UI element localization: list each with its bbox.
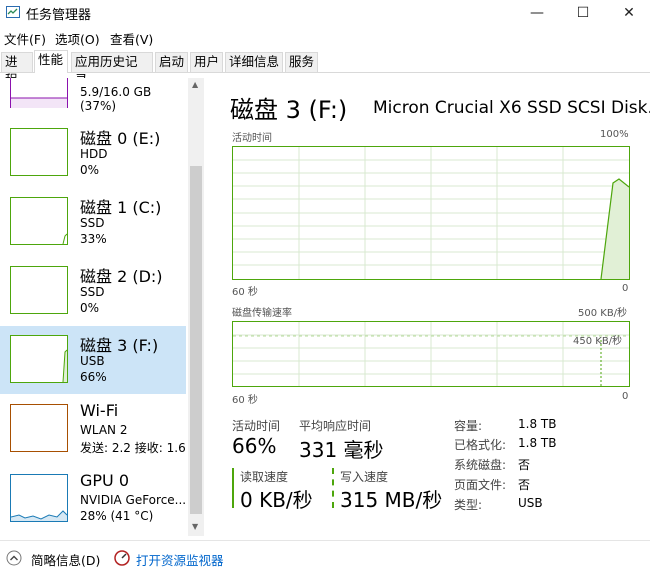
sidebar-item-type: WLAN 2 <box>80 423 128 437</box>
tab-performance[interactable]: 性能 <box>34 50 68 73</box>
sidebar-item-type: HDD <box>80 147 108 161</box>
scroll-down-arrow-icon[interactable]: ▼ <box>192 522 198 531</box>
disk0-thumbnail <box>10 128 68 176</box>
activity-graph-svg <box>233 147 629 279</box>
menu-view[interactable]: 查看(V) <box>110 29 153 48</box>
sidebar-item-disk1[interactable]: 磁盘 1 (C:) SSD 33% <box>0 191 186 259</box>
graph2-label: 磁盘传输速率 <box>232 308 292 319</box>
chevron-up-icon[interactable] <box>6 550 22 566</box>
response-time-value: 331 毫秒 <box>299 438 384 462</box>
sidebar-item-wifi[interactable]: Wi-Fi WLAN 2 发送: 2.2 接收: 1.6 <box>0 396 186 464</box>
memory-usage: 5.9/16.0 GB (37%) <box>80 85 152 113</box>
capacity-value: 1.8 TB <box>518 417 557 431</box>
disk-model: Micron Crucial X6 SSD SCSI Disk... <box>373 98 650 118</box>
tab-users[interactable]: 用户 <box>190 52 223 72</box>
active-time-value: 66% <box>232 434 277 458</box>
tab-services[interactable]: 服务 <box>285 52 318 72</box>
disk1-thumbnail <box>10 197 68 245</box>
write-indicator <box>332 468 334 508</box>
resource-monitor-icon <box>114 550 130 566</box>
write-speed-value: 315 MB/秒 <box>340 488 443 512</box>
sidebar-item-disk2[interactable]: 磁盘 2 (D:) SSD 0% <box>0 260 186 328</box>
close-button[interactable]: ✕ <box>606 0 650 26</box>
capacity-label: 容量: <box>454 419 483 433</box>
system-disk-value: 否 <box>518 458 531 472</box>
sidebar-item-title: 磁盘 3 (F:) <box>80 336 159 355</box>
sidebar-item-value: 28% (41 °C) <box>80 509 154 523</box>
sidebar-item-type: USB <box>80 354 105 368</box>
active-time-label: 活动时间 <box>232 419 281 433</box>
sidebar-item-type: SSD <box>80 216 105 230</box>
menu-options[interactable]: 选项(O) <box>55 29 100 48</box>
write-speed-label: 写入速度 <box>340 470 389 484</box>
sidebar-item-value: 66% <box>80 370 107 384</box>
scrollbar-thumb[interactable] <box>190 166 202 514</box>
menu-bar: 文件(F) 选项(O) 查看(V) <box>0 27 650 47</box>
sidebar-item-value: 0% <box>80 163 100 177</box>
system-disk-label: 系统磁盘: <box>454 458 507 472</box>
tab-processes[interactable]: 进程 <box>1 52 33 87</box>
read-speed-value: 0 KB/秒 <box>240 488 313 512</box>
response-time-label: 平均响应时间 <box>299 419 372 433</box>
sidebar-item-disk3[interactable]: 磁盘 3 (F:) USB 66% <box>0 326 186 394</box>
footer-bar: 简略信息(D) 打开资源监视器 <box>0 540 650 578</box>
minimize-button[interactable]: — <box>514 0 560 26</box>
graph2-x-right: 0 <box>622 391 629 402</box>
read-indicator <box>232 468 234 508</box>
maximize-button[interactable]: ☐ <box>560 0 606 26</box>
scroll-up-arrow-icon[interactable]: ▲ <box>192 80 198 89</box>
sidebar-item-value: 33% <box>80 232 107 246</box>
graph1-x-left: 60 秒 <box>232 287 258 298</box>
tab-details[interactable]: 详细信息 <box>225 52 283 72</box>
graph2-max: 500 KB/秒 <box>578 308 628 319</box>
disk2-thumbnail <box>10 266 68 314</box>
sidebar-item-disk0[interactable]: 磁盘 0 (E:) HDD 0% <box>0 122 186 190</box>
sidebar-item-type: NVIDIA GeForce... <box>80 493 187 507</box>
sidebar-item-title: 磁盘 1 (C:) <box>80 198 162 217</box>
graph1-label: 活动时间 <box>232 133 272 144</box>
task-manager-icon <box>6 6 20 18</box>
activity-time-graph <box>232 146 630 280</box>
open-resource-monitor-link[interactable]: 打开资源监视器 <box>136 550 224 569</box>
fewer-details-link[interactable]: 简略信息(D) <box>31 550 100 569</box>
sidebar-item-title: 磁盘 0 (E:) <box>80 129 161 148</box>
formatted-value: 1.8 TB <box>518 436 557 450</box>
sidebar-item-title: 磁盘 2 (D:) <box>80 267 163 286</box>
disk3-thumbnail <box>10 335 68 383</box>
title-bar: 任务管理器 — ☐ ✕ <box>0 0 650 26</box>
memory-thumbnail <box>10 78 68 108</box>
graph1-max: 100% <box>600 129 629 140</box>
tab-startup[interactable]: 启动 <box>155 52 188 72</box>
type-value: USB <box>518 496 543 510</box>
graph2-x-left: 60 秒 <box>232 395 258 406</box>
read-speed-label: 读取速度 <box>240 470 289 484</box>
page-title: 磁盘 3 (F:) <box>230 96 348 124</box>
transfer-rate-graph <box>232 321 630 387</box>
graph1-x-right: 0 <box>622 283 629 294</box>
tab-bar: 进程 性能 应用历史记录 启动 用户 详细信息 服务 <box>0 50 650 87</box>
resource-list: 5.9/16.0 GB (37%) 磁盘 0 (E:) HDD 0% 磁盘 1 … <box>0 78 188 536</box>
formatted-label: 已格式化: <box>454 438 507 452</box>
transfer-graph-svg <box>233 322 629 386</box>
activity-area <box>601 179 629 279</box>
sidebar-item-type: SSD <box>80 285 105 299</box>
graph2-marker: 450 KB/秒 <box>573 336 623 347</box>
page-file-label: 页面文件: <box>454 478 507 492</box>
sidebar-item-title: Wi-Fi <box>80 401 119 420</box>
sidebar-item-title: GPU 0 <box>80 471 130 490</box>
tab-app-history[interactable]: 应用历史记录 <box>71 52 153 87</box>
sidebar-item-gpu[interactable]: GPU 0 NVIDIA GeForce... 28% (41 °C) <box>0 466 186 534</box>
menu-file[interactable]: 文件(F) <box>4 29 46 48</box>
sidebar-item-value: 0% <box>80 301 100 315</box>
type-label: 类型: <box>454 498 483 512</box>
page-file-value: 否 <box>518 478 531 492</box>
sidebar-item-value: 发送: 2.2 接收: 1.6 <box>80 441 186 455</box>
wifi-thumbnail <box>10 404 68 452</box>
sidebar-item-memory[interactable]: 5.9/16.0 GB (37%) <box>0 78 186 122</box>
gpu-thumbnail <box>10 474 68 522</box>
window-title: 任务管理器 <box>26 8 92 23</box>
